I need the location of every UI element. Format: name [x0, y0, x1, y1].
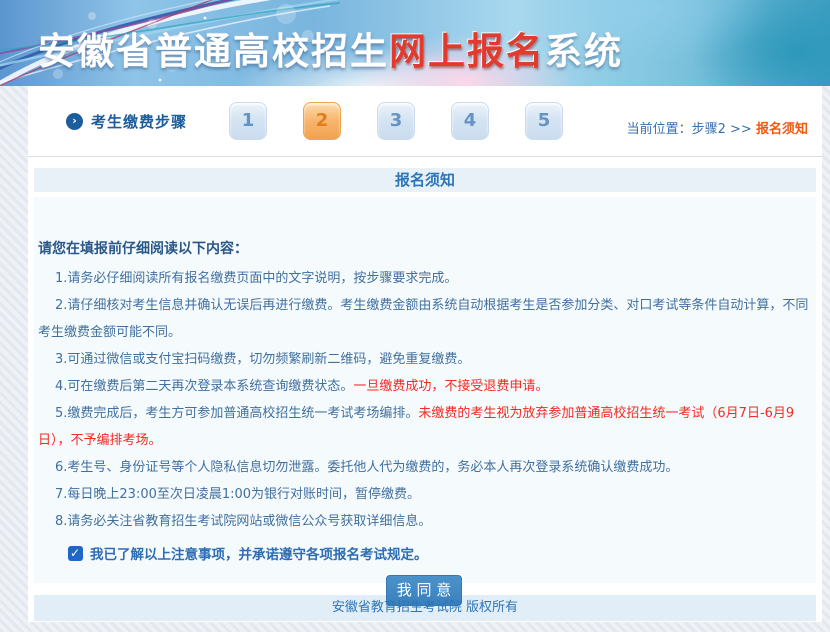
notice-list: 1.请务必仔细阅读所有报名缴费页面中的文字说明，按步骤要求完成。 2.请仔细核对…: [38, 265, 810, 535]
agree-checkbox[interactable]: [68, 546, 83, 561]
steps-row: › 考生缴费步骤 1 2 3 4 5 当前位置：步骤2 >> 报名须知: [28, 86, 822, 157]
notice-intro: 请您在填报前仔细阅读以下内容：: [38, 239, 810, 259]
page-title: 安徽省普通高校招生网上报名系统: [38, 21, 623, 75]
agree-checkbox-label[interactable]: 我已了解以上注意事项，并承诺遵守各项报名考试规定。: [90, 543, 428, 563]
notice-item-8: 8.请务必关注省教育招生考试院网站或微信公众号获取详细信息。: [38, 508, 810, 535]
breadcrumb: 当前位置：步骤2 >> 报名须知: [627, 118, 808, 137]
breadcrumb-prefix: 当前位置：步骤2 >>: [627, 122, 752, 137]
step-4: 4: [451, 102, 489, 140]
notice-title-bar: 报名须知: [34, 168, 816, 192]
notice-item-6: 6.考生号、身份证号等个人隐私信息切勿泄露。委托他人代为缴费的，务必本人再次登录…: [38, 454, 810, 481]
notice-item-2: 2.请仔细核对考生信息并确认无误后再进行缴费。考生缴费金额由系统自动根据考生是否…: [38, 292, 810, 346]
footer-copyright: 安徽省教育招生考试院 版权所有: [34, 595, 816, 621]
page-title-part2: 系统: [545, 30, 623, 73]
header-banner: 安徽省普通高校招生网上报名系统: [0, 0, 830, 86]
step-2-active: 2: [303, 102, 341, 140]
step-indicator: 1 2 3 4 5: [229, 102, 563, 140]
breadcrumb-current: 报名须知: [756, 122, 808, 137]
step-1: 1: [229, 102, 267, 140]
notice-item-1: 1.请务必仔细阅读所有报名缴费页面中的文字说明，按步骤要求完成。: [38, 265, 810, 292]
steps-section-label: 考生缴费步骤: [91, 111, 187, 132]
page-title-highlight: 网上报名: [389, 30, 545, 73]
page-title-part1: 安徽省普通高校招生: [38, 30, 389, 73]
notice-item-5: 5.缴费完成后，考生方可参加普通高校招生统一考试考场编排。未缴费的考生视为放弃参…: [38, 400, 810, 454]
agree-row: 我已了解以上注意事项，并承诺遵守各项报名考试规定。: [38, 543, 810, 563]
step-5: 5: [525, 102, 563, 140]
step-3: 3: [377, 102, 415, 140]
notice-panel: 请您在填报前仔细阅读以下内容： 1.请务必仔细阅读所有报名缴费页面中的文字说明，…: [34, 197, 816, 583]
arrow-badge-icon: ›: [66, 113, 83, 130]
main-container: › 考生缴费步骤 1 2 3 4 5 当前位置：步骤2 >> 报名须知 报名须知…: [28, 86, 822, 622]
notice-item-3: 3.可通过微信或支付宝扫码缴费，切勿频繁刷新二维码，避免重复缴费。: [38, 346, 810, 373]
notice-item-4: 4.可在缴费后第二天再次登录本系统查询缴费状态。一旦缴费成功，不接受退费申请。: [38, 373, 810, 400]
notice-item-7: 7.每日晚上23:00至次日凌晨1:00为银行对账时间，暂停缴费。: [38, 481, 810, 508]
